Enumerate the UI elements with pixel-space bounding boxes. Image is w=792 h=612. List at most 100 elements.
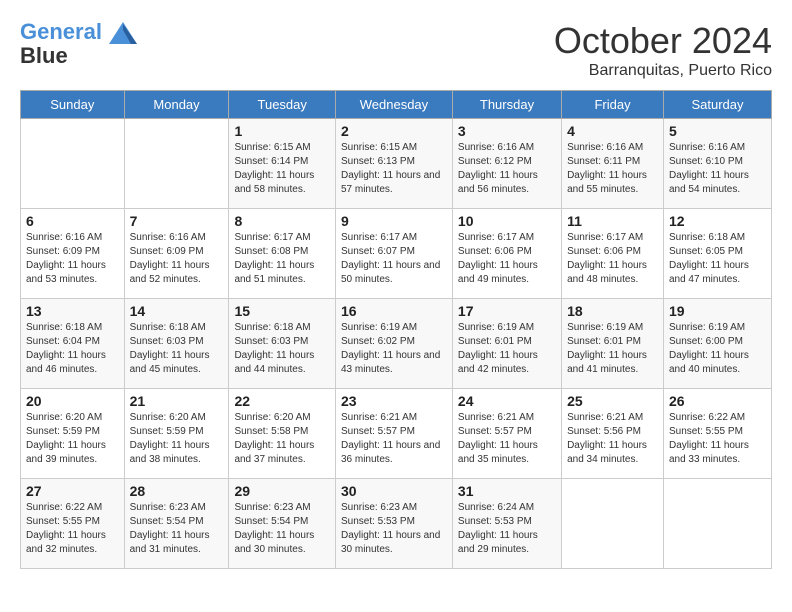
calendar-cell: 2 Sunrise: 6:15 AMSunset: 6:13 PMDaylight…	[335, 119, 452, 209]
day-detail: Sunrise: 6:21 AMSunset: 5:57 PMDaylight:…	[458, 411, 556, 467]
day-number: 3	[458, 123, 556, 139]
calendar-cell: 26Sunrise: 6:22 AMSunset: 5:55 PMDayligh…	[663, 389, 771, 479]
calendar-header-row: SundayMondayTuesdayWednesdayThursdayFrid…	[21, 91, 772, 119]
calendar-cell: 29 Sunrise: 6:23 AMSunset: 5:54 PMDayligh…	[229, 479, 336, 569]
day-detail: Sunrise: 6:20 AMSunset: 5:59 PMDaylight:…	[26, 411, 119, 467]
day-detail: Sunrise: 6:15 AMSunset: 6:14 PMDaylight:…	[234, 141, 330, 197]
day-number: 11	[567, 213, 658, 229]
day-detail: Sunrise: 6:16 AMSunset: 6:12 PMDaylight:…	[458, 141, 556, 197]
weekday-header: Thursday	[452, 91, 561, 119]
day-detail: Sunrise: 6:19 AMSunset: 6:01 PMDaylight:…	[458, 321, 556, 377]
calendar-cell	[663, 479, 771, 569]
logo-general: General	[20, 19, 102, 44]
calendar-cell: 4Sunrise: 6:16 AMSunset: 6:11 PMDaylight…	[562, 119, 664, 209]
day-detail: Sunrise: 6:20 AMSunset: 5:58 PMDaylight:…	[234, 411, 330, 467]
weekday-header: Wednesday	[335, 91, 452, 119]
day-number: 17	[458, 303, 556, 319]
calendar-cell: 28Sunrise: 6:23 AMSunset: 5:54 PMDayligh…	[124, 479, 229, 569]
weekday-header: Saturday	[663, 91, 771, 119]
logo-icon	[109, 22, 137, 44]
day-number: 30	[341, 483, 447, 499]
calendar-body: 1 Sunrise: 6:15 AMSunset: 6:14 PMDaylight…	[21, 119, 772, 569]
day-number: 9	[341, 213, 447, 229]
logo-text: General	[20, 20, 138, 44]
day-number: 13	[26, 303, 119, 319]
calendar-cell: 30 Sunrise: 6:23 AMSunset: 5:53 PMDayligh…	[335, 479, 452, 569]
calendar-cell: 21 Sunrise: 6:20 AMSunset: 5:59 PMDayligh…	[124, 389, 229, 479]
calendar-week-row: 20 Sunrise: 6:20 AMSunset: 5:59 PMDayligh…	[21, 389, 772, 479]
day-detail: Sunrise: 6:18 AMSunset: 6:03 PMDaylight:…	[234, 321, 330, 377]
day-number: 27	[26, 483, 119, 499]
calendar-cell: 13Sunrise: 6:18 AMSunset: 6:04 PMDayligh…	[21, 299, 125, 389]
calendar-cell: 8Sunrise: 6:17 AMSunset: 6:08 PMDaylight…	[229, 209, 336, 299]
day-detail: Sunrise: 6:15 AMSunset: 6:13 PMDaylight:…	[341, 141, 447, 197]
day-detail: Sunrise: 6:20 AMSunset: 5:59 PMDaylight:…	[130, 411, 224, 467]
calendar-week-row: 27 Sunrise: 6:22 AMSunset: 5:55 PMDayligh…	[21, 479, 772, 569]
calendar-cell: 3 Sunrise: 6:16 AMSunset: 6:12 PMDaylight…	[452, 119, 561, 209]
calendar-week-row: 13Sunrise: 6:18 AMSunset: 6:04 PMDayligh…	[21, 299, 772, 389]
day-detail: Sunrise: 6:17 AMSunset: 6:07 PMDaylight:…	[341, 231, 447, 287]
day-detail: Sunrise: 6:17 AMSunset: 6:06 PMDaylight:…	[567, 231, 658, 287]
calendar-cell: 31 Sunrise: 6:24 AMSunset: 5:53 PMDayligh…	[452, 479, 561, 569]
day-detail: Sunrise: 6:17 AMSunset: 6:06 PMDaylight:…	[458, 231, 556, 287]
page-header: General Blue October 2024 Barranquitas, …	[20, 20, 772, 80]
day-detail: Sunrise: 6:19 AMSunset: 6:00 PMDaylight:…	[669, 321, 766, 377]
day-number: 18	[567, 303, 658, 319]
day-detail: Sunrise: 6:16 AMSunset: 6:09 PMDaylight:…	[26, 231, 119, 287]
day-detail: Sunrise: 6:16 AMSunset: 6:09 PMDaylight:…	[130, 231, 224, 287]
calendar-cell: 25 Sunrise: 6:21 AMSunset: 5:56 PMDayligh…	[562, 389, 664, 479]
calendar-cell	[21, 119, 125, 209]
day-number: 21	[130, 393, 224, 409]
day-number: 23	[341, 393, 447, 409]
calendar-cell: 17 Sunrise: 6:19 AMSunset: 6:01 PMDayligh…	[452, 299, 561, 389]
calendar-cell: 7 Sunrise: 6:16 AMSunset: 6:09 PMDaylight…	[124, 209, 229, 299]
day-number: 25	[567, 393, 658, 409]
day-detail: Sunrise: 6:18 AMSunset: 6:03 PMDaylight:…	[130, 321, 224, 377]
calendar-cell: 6 Sunrise: 6:16 AMSunset: 6:09 PMDaylight…	[21, 209, 125, 299]
weekday-header: Tuesday	[229, 91, 336, 119]
day-number: 5	[669, 123, 766, 139]
calendar-cell: 22 Sunrise: 6:20 AMSunset: 5:58 PMDayligh…	[229, 389, 336, 479]
day-number: 10	[458, 213, 556, 229]
day-number: 28	[130, 483, 224, 499]
calendar-cell: 24 Sunrise: 6:21 AMSunset: 5:57 PMDayligh…	[452, 389, 561, 479]
weekday-header: Monday	[124, 91, 229, 119]
calendar-week-row: 1 Sunrise: 6:15 AMSunset: 6:14 PMDaylight…	[21, 119, 772, 209]
day-detail: Sunrise: 6:16 AMSunset: 6:11 PMDaylight:…	[567, 141, 658, 197]
calendar-cell: 16Sunrise: 6:19 AMSunset: 6:02 PMDayligh…	[335, 299, 452, 389]
calendar-cell: 10 Sunrise: 6:17 AMSunset: 6:06 PMDayligh…	[452, 209, 561, 299]
calendar-cell: 11 Sunrise: 6:17 AMSunset: 6:06 PMDayligh…	[562, 209, 664, 299]
day-detail: Sunrise: 6:23 AMSunset: 5:53 PMDaylight:…	[341, 501, 447, 557]
day-number: 14	[130, 303, 224, 319]
day-detail: Sunrise: 6:21 AMSunset: 5:57 PMDaylight:…	[341, 411, 447, 467]
day-number: 7	[130, 213, 224, 229]
day-number: 6	[26, 213, 119, 229]
day-number: 20	[26, 393, 119, 409]
day-number: 15	[234, 303, 330, 319]
day-detail: Sunrise: 6:18 AMSunset: 6:05 PMDaylight:…	[669, 231, 766, 287]
calendar-cell: 9 Sunrise: 6:17 AMSunset: 6:07 PMDaylight…	[335, 209, 452, 299]
day-detail: Sunrise: 6:19 AMSunset: 6:01 PMDaylight:…	[567, 321, 658, 377]
day-number: 2	[341, 123, 447, 139]
calendar-cell: 19 Sunrise: 6:19 AMSunset: 6:00 PMDayligh…	[663, 299, 771, 389]
day-number: 24	[458, 393, 556, 409]
day-number: 1	[234, 123, 330, 139]
day-detail: Sunrise: 6:22 AMSunset: 5:55 PMDaylight:…	[26, 501, 119, 557]
day-number: 19	[669, 303, 766, 319]
day-detail: Sunrise: 6:21 AMSunset: 5:56 PMDaylight:…	[567, 411, 658, 467]
day-detail: Sunrise: 6:23 AMSunset: 5:54 PMDaylight:…	[234, 501, 330, 557]
day-number: 22	[234, 393, 330, 409]
location-title: Barranquitas, Puerto Rico	[554, 62, 772, 80]
day-number: 29	[234, 483, 330, 499]
day-number: 31	[458, 483, 556, 499]
title-area: October 2024 Barranquitas, Puerto Rico	[554, 20, 772, 80]
day-detail: Sunrise: 6:17 AMSunset: 6:08 PMDaylight:…	[234, 231, 330, 287]
day-detail: Sunrise: 6:24 AMSunset: 5:53 PMDaylight:…	[458, 501, 556, 557]
calendar-cell: 12 Sunrise: 6:18 AMSunset: 6:05 PMDayligh…	[663, 209, 771, 299]
weekday-header: Sunday	[21, 91, 125, 119]
day-detail: Sunrise: 6:22 AMSunset: 5:55 PMDaylight:…	[669, 411, 766, 467]
calendar-cell: 1 Sunrise: 6:15 AMSunset: 6:14 PMDaylight…	[229, 119, 336, 209]
day-detail: Sunrise: 6:19 AMSunset: 6:02 PMDaylight:…	[341, 321, 447, 377]
day-number: 12	[669, 213, 766, 229]
calendar-cell: 23 Sunrise: 6:21 AMSunset: 5:57 PMDayligh…	[335, 389, 452, 479]
